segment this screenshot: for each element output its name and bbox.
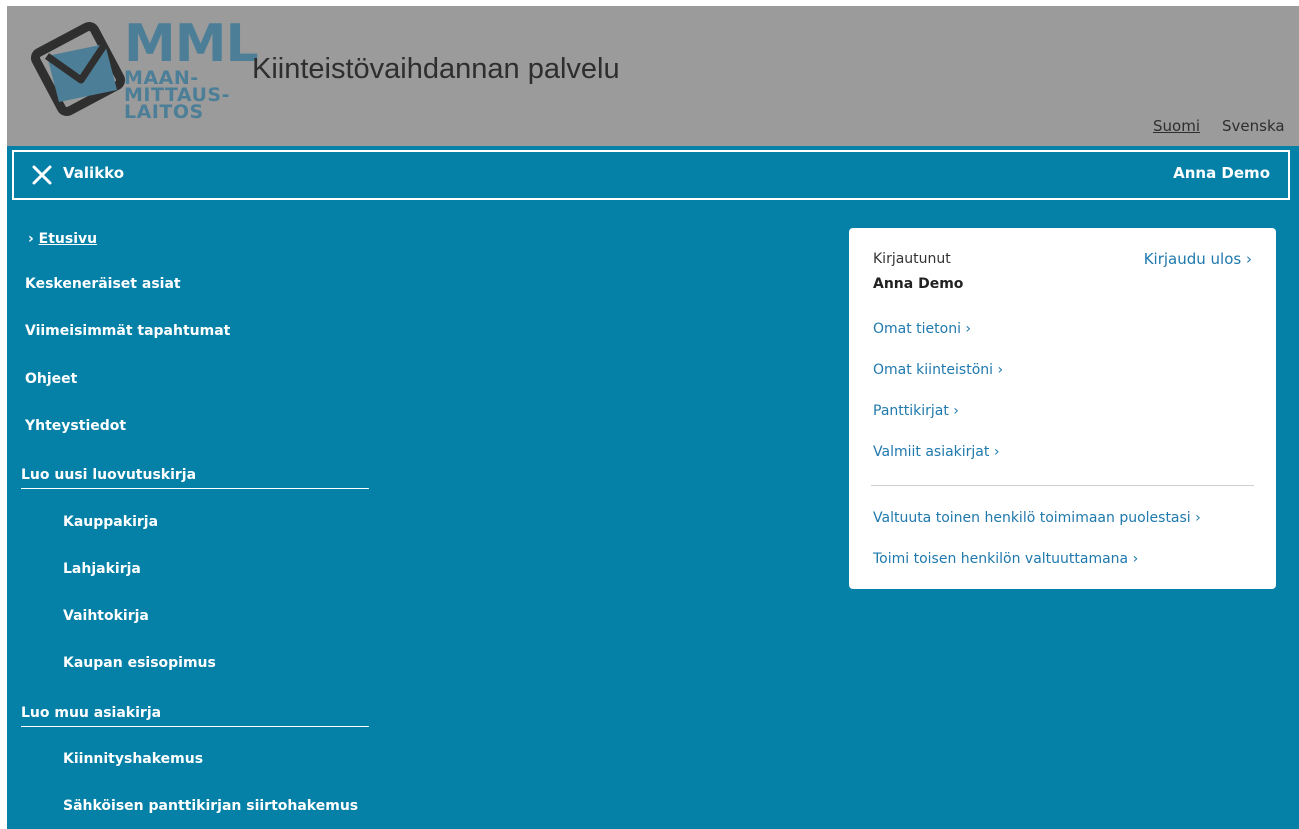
link-omat-kiinteistoni[interactable]: Omat kiinteistöni › <box>873 362 1003 378</box>
panel-divider <box>871 485 1254 486</box>
nav-section-luovutuskirja: Luo uusi luovutuskirja <box>21 464 369 489</box>
nav-item-siirtohakemus[interactable]: Sähköisen panttikirjan siirtohakemus <box>63 798 358 814</box>
chevron-right-icon: › <box>28 231 34 247</box>
link-toimi-valtuutettuna[interactable]: Toimi toisen henkilön valtuuttamana › <box>873 551 1138 567</box>
nav-section-title: Luo muu asiakirja <box>21 705 162 721</box>
nav-section-muu-asiakirja: Luo muu asiakirja <box>21 702 369 727</box>
nav-item-kiinnityshakemus[interactable]: Kiinnityshakemus <box>63 751 203 767</box>
nav-item-yhteystiedot[interactable]: Yhteystiedot <box>25 418 126 434</box>
logo-title: MML <box>124 14 259 74</box>
app-frame: MML MAAN- MITTAUS- LAITOS Kiinteistövaih… <box>7 6 1299 829</box>
user-panel: Kirjautunut Anna Demo Kirjaudu ulos › Om… <box>849 228 1276 589</box>
menu-toggle-label[interactable]: Valikko <box>63 164 124 182</box>
nav-item-ohjeet[interactable]: Ohjeet <box>25 371 77 387</box>
close-icon[interactable] <box>30 163 54 187</box>
app-title: Kiinteistövaihdannan palvelu <box>252 53 620 85</box>
nav-item-vaihtokirja[interactable]: Vaihtokirja <box>63 608 149 624</box>
nav-item-kauppakirja[interactable]: Kauppakirja <box>63 514 158 530</box>
nav-item-viimeisimmat[interactable]: Viimeisimmät tapahtumat <box>25 323 230 339</box>
language-link-suomi[interactable]: Suomi <box>1153 117 1200 135</box>
language-link-svenska[interactable]: Svenska <box>1222 117 1285 135</box>
nav-item-keskeneraiset[interactable]: Keskeneräiset asiat <box>25 276 181 292</box>
nav-item-lahjakirja[interactable]: Lahjakirja <box>63 561 141 577</box>
nav-section-title: Luo uusi luovutuskirja <box>21 467 197 483</box>
mml-logo-icon <box>30 21 126 117</box>
link-omat-tietoni[interactable]: Omat tietoni › <box>873 321 971 337</box>
link-valmiit-asiakirjat[interactable]: Valmiit asiakirjat › <box>873 444 999 460</box>
nav-home-link[interactable]: › Etusivu <box>28 231 97 247</box>
logged-in-user-name: Anna Demo <box>873 276 964 292</box>
logo-wordmark: MML MAAN- MITTAUS- LAITOS <box>124 14 259 123</box>
logout-link[interactable]: Kirjaudu ulos › <box>1144 250 1252 268</box>
link-valtuuta[interactable]: Valtuuta toinen henkilö toimimaan puoles… <box>873 510 1201 526</box>
logged-in-label: Kirjautunut <box>873 251 951 267</box>
link-panttikirjat[interactable]: Panttikirjat › <box>873 403 959 419</box>
nav-item-kaupan-esisopimus[interactable]: Kaupan esisopimus <box>63 655 216 671</box>
user-name-link[interactable]: Anna Demo <box>1173 164 1270 182</box>
nav-home-label: Etusivu <box>38 231 98 247</box>
header: MML MAAN- MITTAUS- LAITOS Kiinteistövaih… <box>7 6 1299 146</box>
logo-line-3: LAITOS <box>124 101 204 123</box>
menu-bar: Valikko Anna Demo <box>12 150 1290 200</box>
